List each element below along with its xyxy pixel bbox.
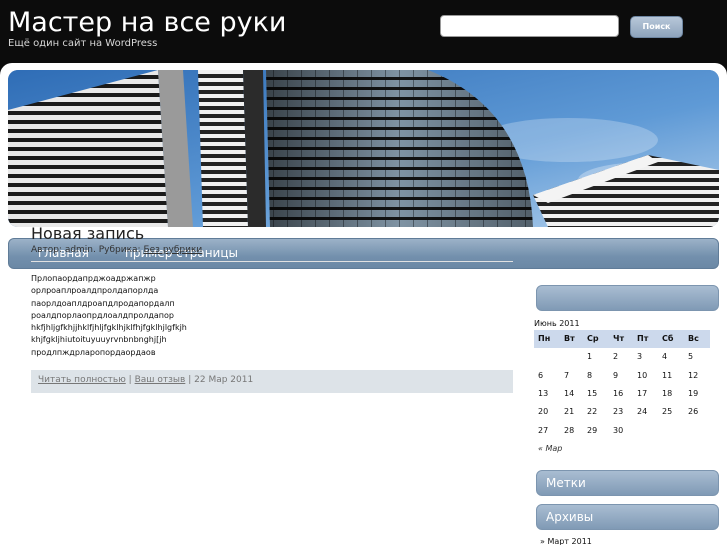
footer-separator: | <box>128 375 132 385</box>
site-title[interactable]: Мастер на все руки <box>8 7 286 38</box>
calendar-day: 20 <box>538 407 549 416</box>
site-header: Мастер на все руки Ещё один сайт на Word… <box>0 0 727 62</box>
post-footer: Читать полностью | Ваш отзыв | 22 Мар 20… <box>31 370 513 393</box>
calendar-day: 15 <box>587 389 598 398</box>
calendar-caption: Июнь 2011 <box>534 319 580 328</box>
calendar-weekday: Чт <box>613 334 625 343</box>
tags-widget-title: Метки <box>536 470 719 496</box>
calendar-day: 7 <box>564 371 570 380</box>
post-line: орлроаплроалдпролдапорлда <box>31 286 159 296</box>
post-meta-author: Автор: admin. Рубрика: <box>31 245 141 255</box>
calendar-day: 19 <box>688 389 699 398</box>
post-category-link[interactable]: Без рубрики <box>143 245 202 255</box>
calendar-day: 27 <box>538 426 549 435</box>
calendar-prev-month-link[interactable]: « Мар <box>538 444 562 453</box>
calendar-day: 23 <box>613 407 624 416</box>
footer-separator: | <box>188 375 192 385</box>
post-line: паорлдоаплдроапдлродапордалп <box>31 298 175 308</box>
calendar-day: 2 <box>613 352 619 361</box>
calendar-day: 5 <box>688 352 694 361</box>
calendar-day: 17 <box>637 389 648 398</box>
calendar-weekday: Пт <box>637 334 649 343</box>
calendar-day: 22 <box>587 407 598 416</box>
header-banner-image <box>8 70 719 227</box>
post-line: Прлопаордапрджоадржапжр <box>31 274 156 283</box>
comment-link[interactable]: Ваш отзыв <box>135 375 186 385</box>
calendar-day: 16 <box>613 389 624 398</box>
post-line: продлпждрларопордаордаов <box>31 347 156 357</box>
read-more-link[interactable]: Читать полностью <box>38 375 126 385</box>
calendar-day: 4 <box>662 352 668 361</box>
calendar-day: 28 <box>564 426 575 435</box>
search-input[interactable] <box>440 15 619 37</box>
calendar-day: 12 <box>688 371 699 380</box>
calendar-day: 1 <box>587 352 593 361</box>
post-line: khjfgkljhiutoituyuuyrvnbnbnghj[jh <box>31 335 167 345</box>
calendar-widget-title <box>536 285 719 311</box>
calendar-weekday: Ср <box>587 334 599 343</box>
calendar-day: 6 <box>538 371 544 380</box>
calendar-day: 29 <box>587 426 598 435</box>
calendar-day: 13 <box>538 389 549 398</box>
calendar-weekday: Пн <box>538 334 551 343</box>
calendar-day: 3 <box>637 352 643 361</box>
calendar-weekday: Вс <box>688 334 699 343</box>
post-divider <box>31 261 513 262</box>
calendar-day: 25 <box>662 407 673 416</box>
calendar-day: 24 <box>637 407 648 416</box>
archive-link-march-2011[interactable]: » Март 2011 <box>540 537 592 545</box>
calendar-day: 10 <box>637 371 648 380</box>
post-date: 22 Мар 2011 <box>194 375 254 385</box>
calendar-day: 18 <box>662 389 673 398</box>
post-line: роалдпорлаопрдлоалдпролдапор <box>31 310 174 320</box>
calendar-weekday: Вт <box>564 334 575 343</box>
post-title[interactable]: Новая запись <box>31 224 144 243</box>
post-line: hkfjhljgfkhjjhklfjhljfgklhjklfhjfgklhjlg… <box>31 323 187 333</box>
site-description: Ещё один сайт на WordPress <box>8 38 158 49</box>
archives-widget-title: Архивы <box>536 504 719 530</box>
calendar-day: 21 <box>564 407 575 416</box>
calendar-day: 8 <box>587 371 593 380</box>
calendar-weekday: Сб <box>662 334 674 343</box>
search-button[interactable]: Поиск <box>630 16 683 38</box>
post-content: Прлопаордапрджоадржапжр орлроаплроалдпро… <box>31 273 187 359</box>
skyscrapers-illustration <box>8 70 719 227</box>
archive-item-label: Март 2011 <box>547 537 592 545</box>
calendar-day: 11 <box>662 371 673 380</box>
post-meta: Автор: admin. Рубрика: Без рубрики <box>31 245 202 255</box>
calendar-day: 30 <box>613 426 624 435</box>
calendar-day: 9 <box>613 371 619 380</box>
calendar-day: 14 <box>564 389 575 398</box>
calendar-day: 26 <box>688 407 699 416</box>
